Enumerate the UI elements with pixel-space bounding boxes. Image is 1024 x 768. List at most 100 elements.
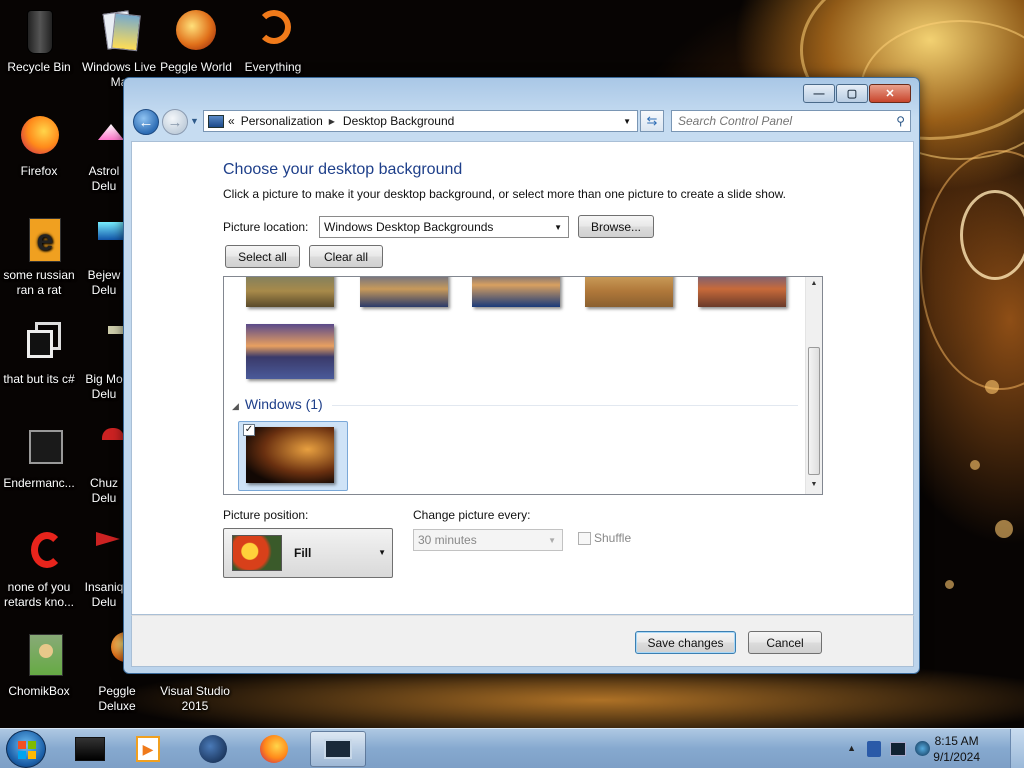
tray-network-icon[interactable] — [890, 742, 906, 756]
game-icon — [84, 320, 124, 368]
desktop-icon-insaniquarium[interactable]: Insaniq Delu — [84, 528, 124, 610]
picture-position-value: Fill — [294, 546, 312, 560]
background-gallery[interactable]: ◢ Windows (1) ✓ ▲ ▼ — [223, 276, 823, 495]
breadcrumb-overflow[interactable]: « — [228, 114, 235, 128]
shuffle-label: Shuffle — [594, 531, 632, 545]
address-dropdown-icon[interactable]: ▼ — [623, 117, 631, 126]
desktop-icon-chomikbox[interactable]: ChomikBox — [0, 632, 78, 699]
search-icon[interactable]: ⚲ — [896, 114, 905, 128]
windows-logo-icon — [28, 741, 36, 749]
thumbnail-checkbox[interactable]: ✓ — [243, 424, 255, 436]
forward-button[interactable]: → — [162, 109, 188, 135]
collapse-triangle-icon[interactable]: ◢ — [232, 401, 239, 411]
taskbar-item-globe[interactable] — [187, 731, 239, 767]
taskbar-item-desktop-background[interactable] — [310, 731, 366, 767]
forward-arrow-icon: → — [167, 113, 183, 131]
desktop-icon-big-money[interactable]: Big Mo Delu — [84, 320, 124, 402]
select-all-button[interactable]: Select all — [225, 245, 300, 268]
address-bar[interactable]: « Personalization ▶ Desktop Background ▼ — [203, 110, 638, 132]
desktop-icon-some-russian[interactable]: e some russian ran a rat — [0, 216, 78, 298]
wallpaper-thumbnail[interactable] — [246, 277, 334, 307]
show-hidden-icons-button[interactable]: ▲ — [847, 743, 856, 753]
clock-time: 8:15 AM — [934, 734, 979, 748]
clear-all-button[interactable]: Clear all — [309, 245, 383, 268]
system-clock[interactable]: 8:15 AM 9/1/2024 — [933, 733, 980, 765]
wallpaper-swirl — [960, 190, 1024, 280]
breadcrumb-desktop-background[interactable]: Desktop Background — [343, 114, 454, 128]
globe-icon — [199, 735, 227, 763]
checkbox-box[interactable] — [578, 531, 591, 545]
shuffle-checkbox[interactable]: Shuffle — [578, 531, 631, 545]
selected-thumbnail-frame[interactable]: ✓ — [238, 421, 348, 491]
gallery-scrollbar[interactable]: ▲ ▼ — [805, 277, 822, 494]
cancel-button[interactable]: Cancel — [748, 631, 822, 654]
desktop-icon-none-of-you[interactable]: none of you retards kno... — [0, 528, 78, 610]
window-controls: — ▢ ✕ — [803, 84, 911, 103]
scroll-down-arrow-icon[interactable]: ▼ — [806, 481, 822, 488]
windows-logo-icon — [28, 751, 36, 759]
wallpaper-thumbnail[interactable] — [246, 324, 334, 379]
picture-position-label: Picture position: — [223, 508, 309, 522]
back-button[interactable]: ← — [133, 109, 159, 135]
taskbar-item-media-center[interactable] — [64, 731, 116, 767]
browse-button[interactable]: Browse... — [578, 215, 654, 238]
minimize-button[interactable]: — — [803, 84, 835, 103]
stacked-windows-icon — [15, 320, 63, 368]
firefox-icon — [260, 735, 288, 763]
recent-pages-button[interactable]: ▼ — [190, 116, 199, 126]
taskbar-item-firefox[interactable] — [248, 731, 300, 767]
breadcrumb-separator-icon[interactable]: ▶ — [329, 117, 335, 126]
tray-action-center-icon[interactable] — [867, 741, 881, 757]
chomikbox-icon — [15, 632, 63, 680]
desktop-icon-recycle-bin[interactable]: Recycle Bin — [0, 8, 78, 75]
desktop-icon-astrop[interactable]: Astrol Delu — [84, 112, 124, 194]
desktop-icon-firefox[interactable]: Firefox — [0, 112, 78, 179]
scroll-up-arrow-icon[interactable]: ▲ — [806, 280, 822, 287]
desktop-icon-everything[interactable]: Everything — [234, 8, 312, 75]
windows-logo-icon — [18, 751, 26, 759]
chevron-down-icon: ▼ — [378, 548, 386, 557]
minimize-icon: — — [813, 87, 825, 100]
maximize-button[interactable]: ▢ — [836, 84, 868, 103]
game-icon — [84, 112, 124, 160]
gallery-group-header[interactable]: ◢ Windows (1) — [232, 396, 323, 412]
save-changes-button[interactable]: Save changes — [635, 631, 736, 654]
wallpaper-thumbnail[interactable] — [472, 277, 560, 307]
scroll-thumb[interactable] — [808, 347, 820, 475]
desktop-icon-endermanch[interactable]: Endermanc... — [0, 424, 78, 491]
change-interval-select[interactable]: 30 minutes ▼ — [413, 529, 563, 551]
refresh-icon: ⇆ — [646, 113, 658, 128]
close-icon: ✕ — [885, 88, 895, 100]
recycle-bin-icon — [15, 8, 63, 56]
clock-date: 9/1/2024 — [933, 750, 980, 764]
peggle-icon — [172, 8, 220, 56]
desktop-icon-that-but-its-csharp[interactable]: that but its c# — [0, 320, 78, 387]
wallpaper-thumbnail[interactable] — [360, 277, 448, 307]
taskbar-item-media-player[interactable]: ▶ — [122, 731, 174, 767]
picture-location-value: Windows Desktop Backgrounds — [324, 220, 494, 234]
desktop-icon-peggle-world[interactable]: Peggle World — [156, 8, 236, 75]
taskbar: ▶ ▲ 8:15 AM 9/1/2024 — [0, 728, 1024, 768]
red-app-icon — [15, 528, 63, 576]
wallpaper-thumbnail[interactable] — [698, 277, 786, 307]
wallpaper-thumbnail[interactable] — [246, 427, 334, 483]
refresh-button[interactable]: ⇆ — [640, 110, 664, 132]
close-button[interactable]: ✕ — [869, 84, 911, 103]
group-label: Windows (1) — [244, 396, 323, 412]
start-button[interactable] — [6, 730, 46, 768]
picture-position-select[interactable]: Fill ▼ — [223, 528, 393, 578]
everything-icon — [249, 8, 297, 56]
windows-live-icon — [95, 8, 143, 56]
wallpaper-thumbnail[interactable] — [585, 277, 673, 307]
search-input[interactable] — [678, 114, 878, 128]
game-icon — [84, 424, 124, 472]
desktop-icon-chuzzle[interactable]: Chuz Delu — [84, 424, 124, 506]
tray-app-icon[interactable] — [915, 741, 930, 756]
show-desktop-button[interactable] — [1010, 729, 1024, 768]
picture-location-select[interactable]: Windows Desktop Backgrounds ▼ — [319, 216, 569, 238]
breadcrumb-personalization[interactable]: Personalization — [241, 114, 323, 128]
search-box[interactable]: ⚲ — [671, 110, 911, 132]
media-center-icon — [75, 737, 105, 761]
desktop-icon-bejeweled[interactable]: Bejew Delu — [84, 216, 124, 298]
desktop-background-window[interactable]: — ▢ ✕ ← → ▼ « Personalization ▶ Desktop … — [123, 77, 920, 674]
